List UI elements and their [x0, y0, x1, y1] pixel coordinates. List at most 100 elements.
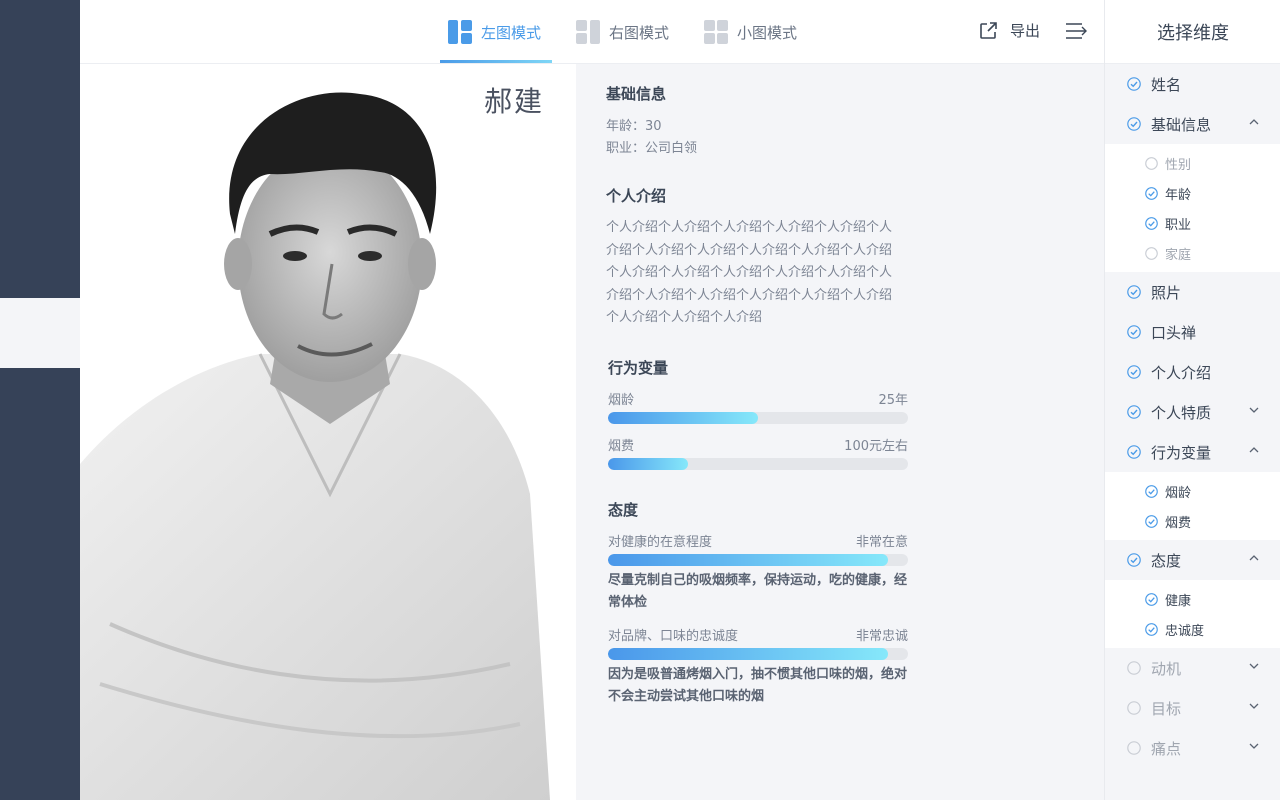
- unchecked-circle-icon: [1127, 741, 1141, 755]
- persona-info-panel: 基础信息 年龄：30 职业：公司白领 个人介绍 个人介绍个人介绍个人介绍个人介绍…: [576, 64, 1104, 800]
- dimension-selector-panel: 选择维度 姓名基础信息性别年龄职业家庭照片口头禅个人介绍个人特质行为变量烟龄烟费…: [1104, 0, 1280, 800]
- checked-circle-icon: [1127, 325, 1141, 339]
- dimension-subitem[interactable]: 年龄: [1105, 178, 1280, 208]
- checked-circle-icon: [1145, 216, 1158, 230]
- export-icon: [980, 21, 997, 39]
- checked-circle-icon: [1127, 285, 1141, 299]
- chevron-down-icon[interactable]: [1249, 702, 1259, 710]
- unchecked-circle-icon: [1127, 661, 1141, 675]
- dimension-item[interactable]: 姓名: [1105, 64, 1280, 104]
- progress-fill: [608, 412, 758, 424]
- basic-age: 年龄：30: [606, 119, 662, 134]
- dimension-item[interactable]: 基础信息: [1105, 104, 1280, 144]
- tab-left-image-mode[interactable]: 左图模式: [448, 0, 541, 64]
- dimension-label: 烟龄: [1165, 485, 1192, 501]
- dimension-subitem[interactable]: 性别: [1105, 148, 1280, 178]
- dimension-item[interactable]: 态度: [1105, 540, 1280, 580]
- progress-track: [608, 412, 908, 424]
- bar-label: 烟龄: [608, 393, 635, 408]
- chevron-down-icon[interactable]: [1249, 662, 1259, 670]
- attitude-bar-health: 对健康的在意程度 非常在意: [608, 531, 908, 550]
- dimension-item[interactable]: 个人介绍: [1105, 352, 1280, 392]
- unchecked-circle-icon: [1145, 246, 1158, 260]
- progress-track: [608, 648, 908, 660]
- layout-left-icon: [448, 20, 472, 44]
- dimension-label: 个人特质: [1151, 403, 1212, 422]
- dimension-label: 性别: [1165, 157, 1192, 173]
- tab-right-image-mode[interactable]: 右图模式: [576, 0, 669, 64]
- dimension-label: 态度: [1151, 551, 1182, 570]
- dimension-label: 照片: [1151, 283, 1182, 302]
- bar-label: 烟费: [608, 439, 635, 454]
- chevron-down-icon[interactable]: [1249, 406, 1259, 414]
- left-nav-rail: [0, 0, 80, 800]
- dimension-item[interactable]: 动机: [1105, 648, 1280, 688]
- dimension-label: 忠诚度: [1165, 623, 1205, 639]
- attitude-bar-loyalty: 对品牌、口味的忠诚度 非常忠诚: [608, 625, 908, 644]
- panel-title: 选择维度: [1105, 0, 1280, 64]
- behavior-title: 行为变量: [608, 359, 669, 377]
- chevron-up-icon[interactable]: [1249, 554, 1259, 562]
- menu-collapse-button[interactable]: [1065, 21, 1087, 45]
- checked-circle-icon: [1145, 186, 1158, 200]
- dimension-subitem[interactable]: 烟费: [1105, 506, 1280, 536]
- dimension-label: 动机: [1151, 659, 1182, 678]
- dimension-item[interactable]: 目标: [1105, 688, 1280, 728]
- chevron-up-icon[interactable]: [1249, 118, 1259, 126]
- dimension-item[interactable]: 口头禅: [1105, 312, 1280, 352]
- dimension-label: 家庭: [1165, 247, 1192, 263]
- tab-label: 小图模式: [737, 23, 798, 42]
- dimension-subitem[interactable]: 家庭: [1105, 238, 1280, 268]
- dimension-subitem[interactable]: 忠诚度: [1105, 614, 1280, 644]
- layout-grid-icon: [704, 20, 728, 44]
- intro-title: 个人介绍: [606, 187, 667, 205]
- bar-value: 100元左右: [844, 439, 908, 454]
- dimension-item[interactable]: 个人特质: [1105, 392, 1280, 432]
- tab-label: 右图模式: [609, 23, 670, 42]
- dimension-subitem[interactable]: 烟龄: [1105, 476, 1280, 506]
- dimension-label: 基础信息: [1151, 115, 1212, 134]
- dimension-item[interactable]: 行为变量: [1105, 432, 1280, 472]
- persona-name: 郝建: [483, 85, 544, 118]
- top-toolbar: 左图模式 右图模式 小图模式 导出: [80, 0, 1104, 64]
- chevron-up-icon[interactable]: [1249, 446, 1259, 454]
- checked-circle-icon: [1127, 445, 1141, 459]
- dimension-item[interactable]: 照片: [1105, 272, 1280, 312]
- export-button[interactable]: 导出: [978, 20, 1040, 41]
- tab-small-image-mode[interactable]: 小图模式: [704, 0, 797, 64]
- behavior-bar-smoking-cost: 烟费 100元左右: [608, 435, 908, 454]
- dimension-label: 痛点: [1151, 739, 1182, 758]
- dimension-subitem[interactable]: 职业: [1105, 208, 1280, 238]
- progress-fill: [608, 458, 689, 470]
- checked-circle-icon: [1145, 622, 1158, 636]
- tab-label: 左图模式: [481, 23, 542, 42]
- checked-circle-icon: [1145, 484, 1158, 498]
- dimension-subitem[interactable]: 健康: [1105, 584, 1280, 614]
- dimension-label: 行为变量: [1151, 443, 1212, 462]
- dimension-label: 口头禅: [1151, 323, 1197, 342]
- progress-track: [608, 554, 908, 566]
- progress-fill: [608, 648, 888, 660]
- basic-info-title: 基础信息: [606, 85, 667, 103]
- progress-track: [608, 458, 908, 470]
- checked-circle-icon: [1127, 117, 1141, 131]
- menu-collapse-icon: [1066, 23, 1087, 39]
- chevron-down-icon[interactable]: [1249, 742, 1259, 750]
- export-label: 导出: [1010, 22, 1041, 40]
- dimension-label: 姓名: [1151, 75, 1182, 94]
- attitude-loyalty-desc: 因为是吸普通烤烟入门，抽不惯其他口味的烟，绝对不会主动尝试其他口味的烟: [608, 667, 908, 704]
- checked-circle-icon: [1145, 592, 1158, 606]
- left-nav-active-item[interactable]: [0, 298, 80, 368]
- dimension-label: 健康: [1165, 593, 1192, 609]
- dimension-label: 职业: [1165, 217, 1192, 233]
- progress-fill: [608, 554, 888, 566]
- basic-job: 职业：公司白领: [606, 141, 698, 156]
- checked-circle-icon: [1127, 553, 1141, 567]
- persona-photo: [80, 92, 550, 800]
- intro-text: 个人介绍个人介绍个人介绍个人介绍个人介绍个人介绍个人介绍个人介绍个人介绍个人介绍…: [606, 220, 893, 325]
- dimension-label: 目标: [1151, 699, 1182, 718]
- unchecked-circle-icon: [1127, 701, 1141, 715]
- attitude-health-desc: 尽量克制自己的吸烟频率，保持运动，吃的健康，经常体检: [608, 573, 908, 610]
- dimension-item[interactable]: 痛点: [1105, 728, 1280, 768]
- bar-value: 非常忠诚: [855, 629, 908, 644]
